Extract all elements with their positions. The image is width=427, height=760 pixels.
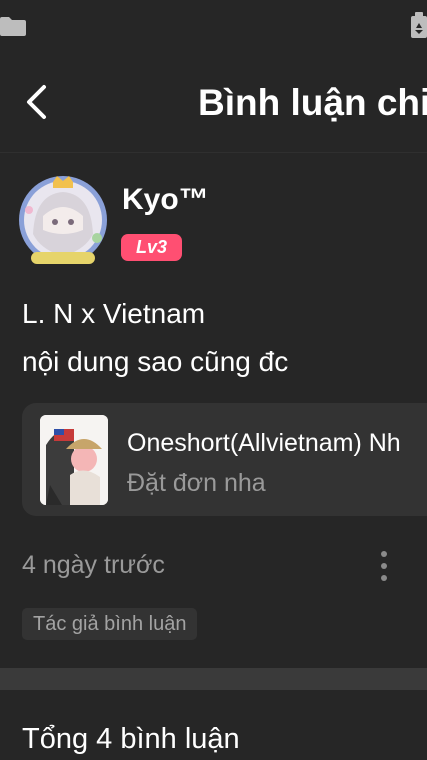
story-subtitle: Đặt đơn nha <box>127 469 266 497</box>
comment-timestamp: 4 ngày trước <box>22 551 165 579</box>
page-title: Bình luận chi <box>198 82 427 123</box>
comment-text: L. N x Vietnam nội dung sao cũng đc <box>22 290 288 386</box>
story-card[interactable]: Oneshort(Allvietnam) Nh Đặt đơn nha <box>22 403 427 516</box>
comment-line: nội dung sao cũng đc <box>22 346 289 377</box>
story-title: Oneshort(Allvietnam) Nh <box>127 429 401 457</box>
recycle-icon <box>411 12 427 38</box>
more-vertical-icon <box>381 551 387 581</box>
more-options-button[interactable] <box>372 544 396 588</box>
comment-line: L. N x Vietnam <box>22 298 206 329</box>
avatar-image <box>19 176 107 264</box>
folder-icon <box>0 17 26 36</box>
author-tag: Tác giả bình luận <box>22 608 198 640</box>
level-badge: Lv3 <box>121 234 182 261</box>
username[interactable]: Kyo™ <box>122 183 209 217</box>
avatar[interactable] <box>15 172 111 268</box>
story-thumbnail <box>40 415 108 505</box>
status-bar <box>0 0 427 56</box>
section-divider <box>0 668 427 690</box>
chevron-left-icon <box>27 85 46 119</box>
header: Bình luận chi <box>0 58 427 153</box>
back-button[interactable] <box>12 76 60 128</box>
total-comments: Tổng 4 bình luận <box>22 723 240 755</box>
